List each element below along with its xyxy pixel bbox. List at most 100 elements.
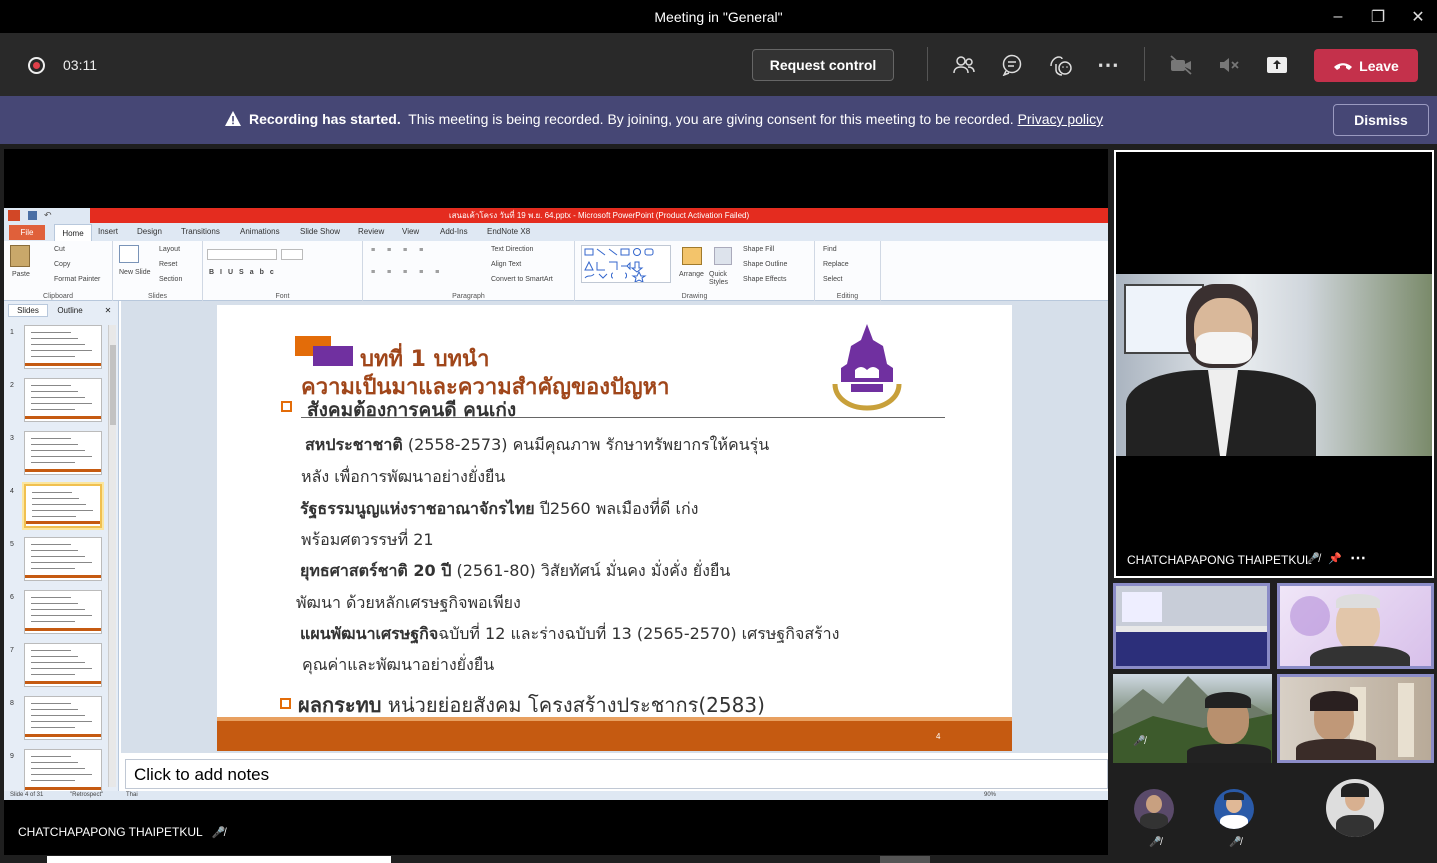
undo-icon[interactable]: ↶	[44, 210, 52, 221]
shape-fill-button[interactable]: Shape Fill	[743, 246, 774, 253]
font-name-select[interactable]	[207, 249, 277, 260]
tab-design[interactable]: Design	[137, 227, 162, 236]
participants-icon[interactable]	[950, 51, 978, 79]
slide-footer-bar: 4	[217, 721, 1012, 751]
current-slide[interactable]: บทที่ 1 บทนำ ความเป็นมาและความสำคัญของปั…	[217, 305, 1012, 751]
presenter-name: CHATCHAPAPONG THAIPETKUL	[18, 825, 203, 839]
more-options-icon[interactable]: ⋯	[1350, 548, 1366, 568]
tab-insert[interactable]: Insert	[98, 227, 118, 236]
bullet-icon	[280, 698, 291, 709]
slide-thumbnail[interactable]	[24, 431, 102, 475]
tab-review[interactable]: Review	[358, 227, 384, 236]
tab-slides[interactable]: Slides	[8, 304, 48, 317]
mic-muted-icon: 🎤̸	[1306, 553, 1320, 565]
align-text-button[interactable]: Align Text	[491, 261, 521, 268]
new-slide-icon[interactable]	[119, 245, 139, 263]
avatar[interactable]	[1134, 789, 1174, 829]
main-video-tile[interactable]: CHATCHAPAPONG THAIPETKUL 🎤̸ 📌 ⋯	[1114, 150, 1434, 578]
text-direction-button[interactable]: Text Direction	[491, 246, 533, 253]
slide-thumbnail[interactable]	[24, 643, 102, 687]
editing-label: Editing	[836, 293, 859, 300]
copy-button[interactable]: Copy	[54, 261, 70, 268]
pin-icon[interactable]: 📌	[1328, 552, 1342, 565]
format-painter-button[interactable]: Format Painter	[54, 276, 100, 283]
tab-slide-show[interactable]: Slide Show	[300, 227, 340, 236]
cut-button[interactable]: Cut	[54, 246, 65, 253]
scrollbar-thumb[interactable]	[110, 345, 116, 425]
tab-animations[interactable]: Animations	[240, 227, 280, 236]
banner-text: This meeting is being recorded. By joini…	[408, 111, 1014, 127]
slide-thumb-number: 4	[10, 488, 14, 495]
slide-thumb-number: 3	[10, 435, 14, 442]
leave-button[interactable]: Leave	[1314, 49, 1418, 82]
video-tile-woman[interactable]	[1277, 674, 1434, 763]
share-screen-icon[interactable]	[1263, 51, 1291, 79]
request-control-button[interactable]: Request control	[752, 49, 894, 81]
list-buttons[interactable]: ≡ ≡ ≡ ≡	[371, 247, 428, 254]
arrange-button[interactable]: Arrange	[679, 271, 704, 278]
slide-thumbnail[interactable]	[24, 590, 102, 634]
slide-text-line: พร้อมศตวรรษที่ 21	[301, 528, 434, 553]
font-size-select[interactable]	[281, 249, 303, 260]
select-button[interactable]: Select	[823, 276, 842, 283]
slide-thumbnail[interactable]	[24, 325, 102, 369]
slide-thumbnail[interactable]	[24, 378, 102, 422]
quick-styles-button[interactable]: Quick Styles	[709, 271, 739, 287]
video-tile-conference-room[interactable]	[1113, 583, 1270, 669]
font-format-buttons[interactable]: BIUSabc	[209, 269, 280, 276]
slide-thumbnail[interactable]	[24, 484, 102, 528]
video-tile-elderly-man[interactable]	[1277, 583, 1434, 669]
shapes-gallery[interactable]	[581, 245, 671, 283]
maximize-icon[interactable]: ❐	[1358, 0, 1398, 33]
find-button[interactable]: Find	[823, 246, 837, 253]
avatar[interactable]	[1326, 779, 1384, 837]
slide-thumbnail[interactable]	[24, 749, 102, 793]
camera-off-icon[interactable]	[1167, 51, 1195, 79]
reactions-icon[interactable]	[1046, 51, 1074, 79]
video-tile-mountain[interactable]: 🎤̸	[1113, 674, 1272, 763]
tab-add-ins[interactable]: Add-Ins	[440, 227, 468, 236]
new-slide-button[interactable]: New Slide	[119, 269, 151, 276]
replace-button[interactable]: Replace	[823, 261, 849, 268]
avatar[interactable]	[1214, 789, 1254, 829]
zoom-level[interactable]: 90%	[984, 792, 996, 798]
tab-outline[interactable]: Outline	[50, 304, 90, 317]
mic-muted-icon: 🎤̸	[211, 827, 226, 839]
reset-button[interactable]: Reset	[159, 261, 177, 268]
privacy-policy-link[interactable]: Privacy policy	[1018, 111, 1104, 127]
arrange-icon[interactable]	[682, 247, 702, 265]
tab-home[interactable]: Home	[54, 224, 92, 241]
paste-icon[interactable]	[10, 245, 30, 267]
close-panel-icon[interactable]: ✕	[102, 304, 114, 317]
close-icon[interactable]: ✕	[1398, 0, 1437, 33]
tab-transitions[interactable]: Transitions	[181, 227, 220, 236]
taskbar-strip	[47, 856, 391, 863]
section-button[interactable]: Section	[159, 276, 182, 283]
slide-thumbnail[interactable]	[24, 537, 102, 581]
minimize-icon[interactable]: –	[1318, 0, 1358, 33]
taskbar-item	[880, 856, 930, 863]
more-options-icon[interactable]: ⋯	[1094, 51, 1122, 79]
tab-file[interactable]: File	[9, 225, 45, 240]
notes-pane[interactable]: Click to add notes	[125, 759, 1108, 789]
convert-smartart-button[interactable]: Convert to SmartArt	[491, 276, 553, 283]
slide-text-line: หลัง เพื่อการพัฒนาอย่างยั่งยืน	[301, 465, 505, 490]
warning-icon	[225, 111, 241, 126]
chat-icon[interactable]	[998, 51, 1026, 79]
powerpoint-icon	[8, 210, 20, 221]
quick-styles-icon[interactable]	[714, 247, 732, 265]
layout-button[interactable]: Layout	[159, 246, 180, 253]
shape-outline-button[interactable]: Shape Outline	[743, 261, 787, 268]
mic-muted-icon[interactable]	[1215, 51, 1243, 79]
save-icon[interactable]	[28, 211, 37, 220]
clipboard-group: Paste Cut Copy Format Painter Clipboard	[4, 241, 113, 301]
slide-thumbnail[interactable]	[24, 696, 102, 740]
paste-button[interactable]: Paste	[12, 271, 30, 278]
tab-view[interactable]: View	[402, 227, 419, 236]
panel-scrollbar[interactable]	[108, 325, 116, 787]
align-buttons[interactable]: ≡ ≡ ≡ ≡ ≡	[371, 269, 444, 276]
dismiss-button[interactable]: Dismiss	[1333, 104, 1429, 136]
shape-effects-button[interactable]: Shape Effects	[743, 276, 786, 283]
tab-endnote[interactable]: EndNote X8	[487, 227, 530, 236]
slide-section-title: สังคมต้องการคนดี คนเก่ง	[307, 399, 517, 421]
